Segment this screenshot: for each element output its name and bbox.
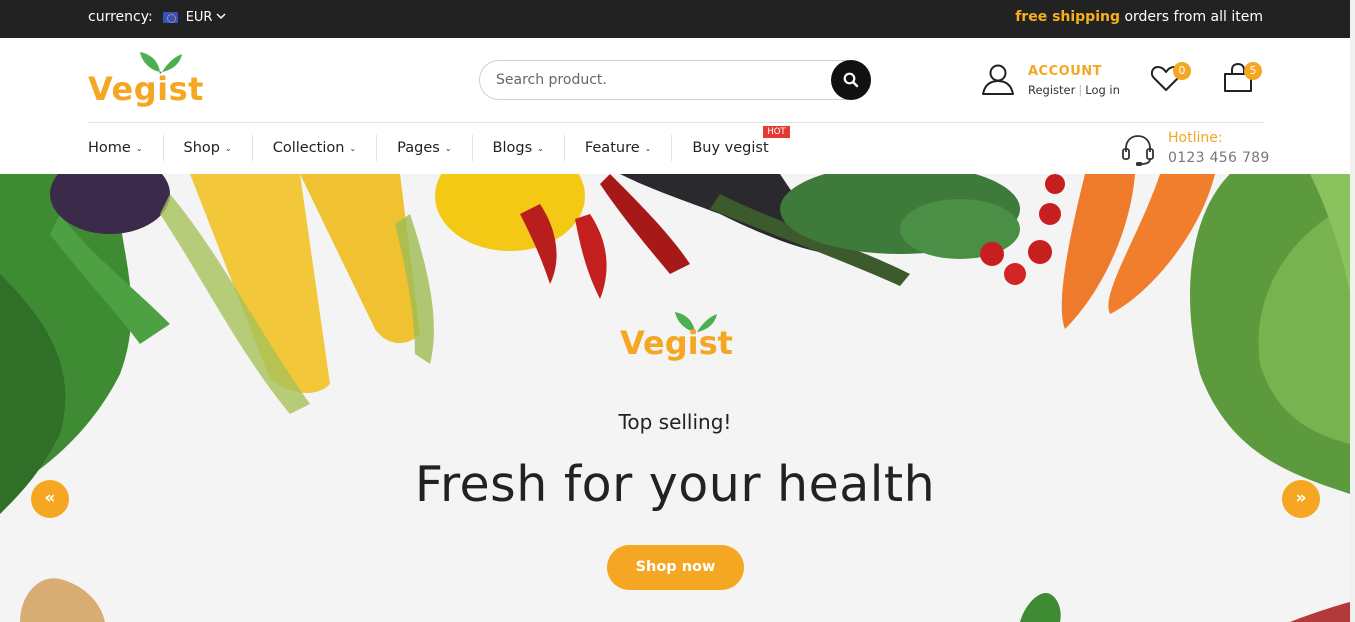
hero-banner: Vegist Top selling! Fresh for your healt… [0,174,1350,622]
search-button[interactable] [831,60,871,100]
chevrons-right-icon: » [1295,488,1307,508]
nav-item-pages[interactable]: Pages ⌄ [397,134,451,162]
wishlist-button[interactable]: 0 [1151,62,1191,94]
page-scrollbar[interactable] [1350,0,1355,622]
hero-headline: Fresh for your health [414,456,936,513]
hotline-block: Hotline: 0123 456 789 [1120,130,1270,170]
headset-icon [1122,135,1154,166]
currency-selector[interactable]: currency: EUR [88,9,226,25]
top-bar: currency: EUR free shipping orders from … [0,0,1355,38]
login-link[interactable]: Log in [1085,83,1120,97]
prev-slide-button[interactable]: « [31,480,69,518]
nav-divider [671,135,673,161]
wishlist-count-badge: 0 [1173,62,1191,80]
shipping-highlight: free shipping [1015,9,1120,25]
chevron-down-icon: ⌄ [349,143,357,153]
nav-item-shop[interactable]: Shop ⌄ [184,134,232,162]
nav-label: Collection [272,140,345,156]
nav-label: Shop [183,140,221,156]
nav-item-buy-vegist[interactable]: Buy vegist HOT [692,126,790,162]
shipping-notice: free shipping orders from all item [1015,9,1263,25]
nav-item-collection[interactable]: Collection ⌄ [273,134,356,162]
nav-item-feature[interactable]: Feature ⌄ [585,134,652,162]
nav-divider [251,135,253,161]
nav-item-home[interactable]: Home ⌄ [88,134,143,162]
nav-divider [471,135,473,161]
hero-kicker: Top selling! [618,410,732,434]
chevron-down-icon: ⌄ [644,143,652,153]
shipping-rest: orders from all item [1120,9,1263,25]
nav-label: Buy vegist [692,140,769,156]
search-icon [843,72,859,88]
chevrons-left-icon: « [44,488,56,508]
account-block: ACCOUNT Register | Log in [981,62,1131,102]
hotline-title: Hotline: [1168,130,1223,146]
hot-badge: HOT [763,126,790,138]
nav-divider [563,135,565,161]
chevron-down-icon: ⌄ [537,143,544,153]
cart-button[interactable]: 5 [1221,62,1263,94]
cart-count-badge: 5 [1244,62,1262,80]
currency-code[interactable]: EUR [186,10,213,25]
chevron-down-icon: ⌄ [225,143,232,153]
nav-label: Pages [397,140,440,156]
nav-divider [376,135,378,161]
logo-text: Vegist [88,70,204,108]
hotline-number[interactable]: 0123 456 789 [1168,150,1270,166]
site-logo[interactable]: Vegist [88,50,208,108]
next-slide-button[interactable]: » [1282,480,1320,518]
eu-flag-icon [162,11,178,23]
account-links: Register | Log in [1028,83,1120,97]
nav-label: Home [88,140,131,156]
nav-item-blogs[interactable]: Blogs ⌄ [493,134,544,162]
chevron-down-icon: ⌄ [444,143,452,153]
chevron-down-icon: ⌄ [135,143,143,153]
header-divider [88,122,1264,123]
search-bar [479,60,871,100]
nav-divider [162,135,164,161]
main-nav: Home ⌄ Shop ⌄ Collection ⌄ Pages ⌄ Blogs ⌄ Fe… [88,126,790,164]
separator: | [1078,83,1083,97]
nav-label: Blogs [492,140,533,156]
hero-logo: Vegist [618,310,738,370]
search-input[interactable] [496,70,816,90]
account-title[interactable]: ACCOUNT [1028,64,1102,79]
register-link[interactable]: Register [1028,83,1075,97]
chevron-down-icon[interactable] [216,12,226,23]
currency-label: currency: [88,9,153,25]
shop-now-button[interactable]: Shop now [607,545,744,590]
user-icon[interactable] [981,62,1015,96]
nav-label: Feature [584,140,640,156]
hero-logo-text: Vegist [620,324,733,362]
